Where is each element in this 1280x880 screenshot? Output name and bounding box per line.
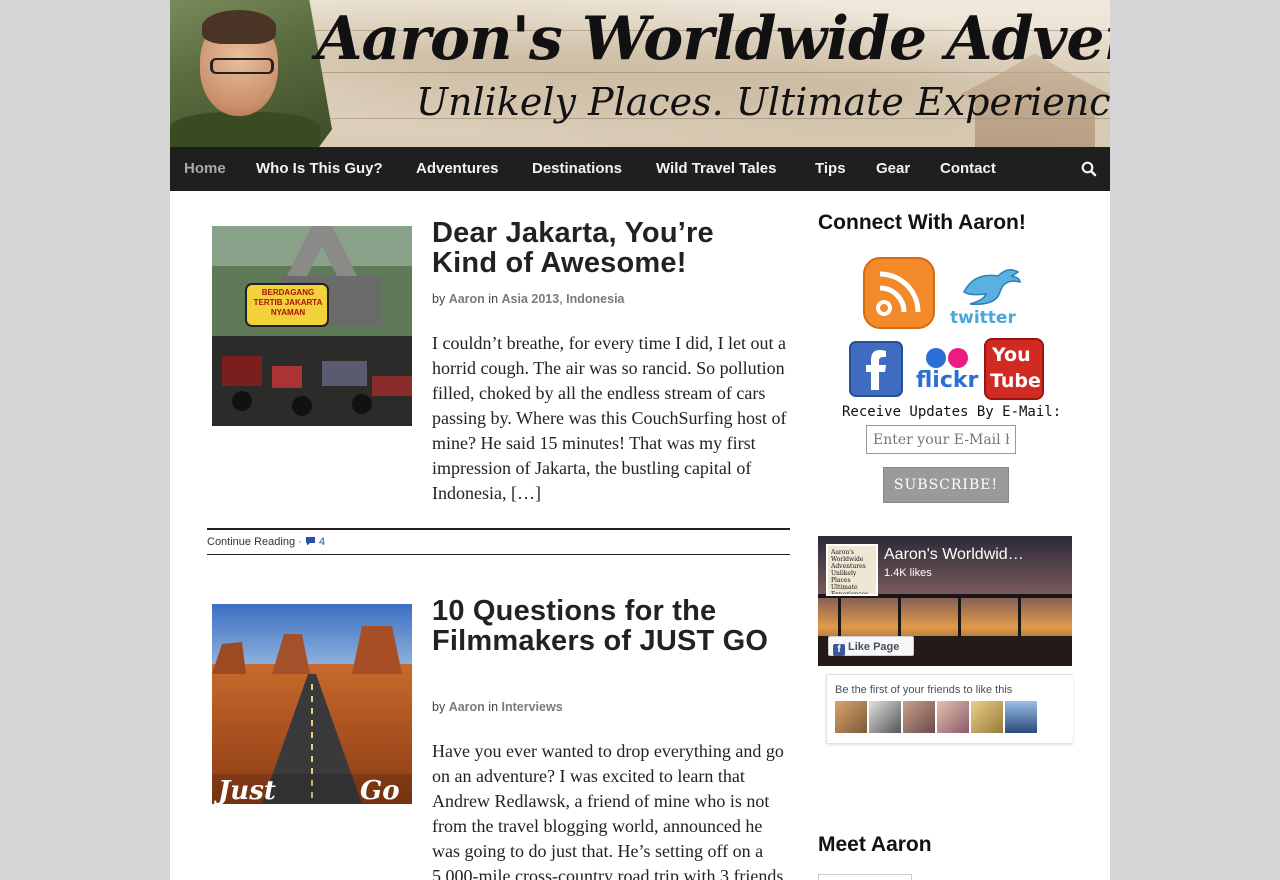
site-tagline: Unlikely Places. Ultimate Experiences. (416, 80, 1110, 124)
meet-aaron-title: Meet Aaron (818, 833, 932, 856)
comment-icon (305, 537, 315, 546)
post-footer: Continue Reading · 4 (207, 528, 790, 555)
connect-title: Connect With Aaron! (818, 211, 1026, 234)
youtube-icon[interactable]: You Tube (984, 338, 1044, 400)
twitter-label: twitter (950, 308, 1016, 328)
post-meta: by Aaron in Asia 2013, Indonesia (432, 292, 625, 306)
flickr-icon[interactable]: flickr (914, 344, 980, 396)
friend-avatar[interactable] (869, 701, 901, 733)
separator: · (298, 536, 302, 548)
post-2: Just Go 10 Questions for the Filmmakers … (207, 596, 790, 880)
author-link[interactable]: Aaron (449, 292, 485, 306)
nav-who-is-this-guy[interactable]: Who Is This Guy? (256, 147, 383, 191)
meta-in: in (488, 292, 499, 306)
youtube-label-bottom: Tube (990, 370, 1041, 392)
nav-adventures[interactable]: Adventures (416, 147, 499, 191)
post-title[interactable]: 10 Questions for the Filmmakers of JUST … (432, 596, 782, 656)
friend-avatar[interactable] (903, 701, 935, 733)
youtube-label-top: You (992, 344, 1031, 366)
twitter-icon[interactable]: twitter (946, 264, 1032, 334)
facebook-page-widget: Aaron's Worldwide Adventures Unlikely Pl… (818, 536, 1073, 744)
rss-icon[interactable] (862, 256, 936, 330)
meet-aaron-photo (818, 874, 912, 880)
thumbnail-sign-text: BERDAGANG TERTIB JAKARTA NYAMAN (253, 288, 323, 317)
facebook-f-icon: f (833, 644, 845, 656)
nav-wild-travel-tales[interactable]: Wild Travel Tales (656, 147, 776, 191)
friend-avatar[interactable] (971, 701, 1003, 733)
meta-by: by (432, 292, 446, 306)
facebook-friends-box: Be the first of your friends to like thi… (826, 674, 1073, 744)
meta-in: in (488, 700, 499, 714)
search-icon[interactable] (1080, 160, 1098, 178)
site-header[interactable]: Aaron's Worldwide Adventures Unlikely Pl… (170, 0, 1110, 147)
comments-link[interactable]: 4 (305, 536, 325, 548)
category-link[interactable]: Interviews (502, 700, 563, 714)
facebook-page-logo[interactable]: Aaron's Worldwide Adventures Unlikely Pl… (826, 544, 878, 596)
page-wrapper: Aaron's Worldwide Adventures Unlikely Pl… (170, 0, 1110, 880)
flickr-label: flickr (916, 368, 979, 393)
email-field[interactable] (866, 425, 1016, 454)
comment-count: 4 (318, 536, 326, 548)
receive-updates-label: Receive Updates By E-Mail: (842, 404, 1062, 420)
nav-gear[interactable]: Gear (876, 147, 910, 191)
subscribe-button[interactable]: SUBSCRIBE! (883, 467, 1009, 503)
site-title[interactable]: Aaron's Worldwide Adventures (316, 4, 1110, 74)
category-link[interactable]: Indonesia (566, 292, 624, 306)
post-excerpt: Have you ever wanted to drop everything … (432, 741, 784, 880)
post-title[interactable]: Dear Jakarta, You’re Kind of Awesome! (432, 218, 782, 278)
nav-tips[interactable]: Tips (815, 147, 846, 191)
nav-contact[interactable]: Contact (940, 147, 996, 191)
nav-home[interactable]: Home (184, 147, 226, 191)
facebook-page-name[interactable]: Aaron's Worldwid… (884, 546, 1024, 564)
facebook-cover-photo[interactable]: Aaron's Worldwide Adventures Unlikely Pl… (818, 536, 1072, 666)
post-meta: by Aaron in Interviews (432, 700, 563, 714)
friend-avatar[interactable] (937, 701, 969, 733)
friend-avatar[interactable] (835, 701, 867, 733)
main-nav: Home Who Is This Guy? Adventures Destina… (170, 147, 1110, 191)
friend-avatar[interactable] (1005, 701, 1037, 733)
facebook-like-count: 1.4K likes (884, 567, 932, 579)
like-page-button[interactable]: f Like Page (828, 636, 914, 656)
meta-by: by (432, 700, 446, 714)
like-page-label: Like Page (848, 641, 900, 653)
post-excerpt: I couldn’t breathe, for every time I did… (432, 333, 787, 503)
post-1: BERDAGANG TERTIB JAKARTA NYAMAN Dear Jak… (207, 218, 790, 558)
category-link[interactable]: Asia 2013 (502, 292, 560, 306)
header-avatar (170, 0, 332, 147)
facebook-icon[interactable] (848, 340, 904, 398)
friends-like-text: Be the first of your friends to like thi… (835, 684, 1013, 696)
continue-reading-link[interactable]: Continue Reading (207, 536, 295, 548)
author-link[interactable]: Aaron (449, 700, 485, 714)
nav-destinations[interactable]: Destinations (532, 147, 622, 191)
